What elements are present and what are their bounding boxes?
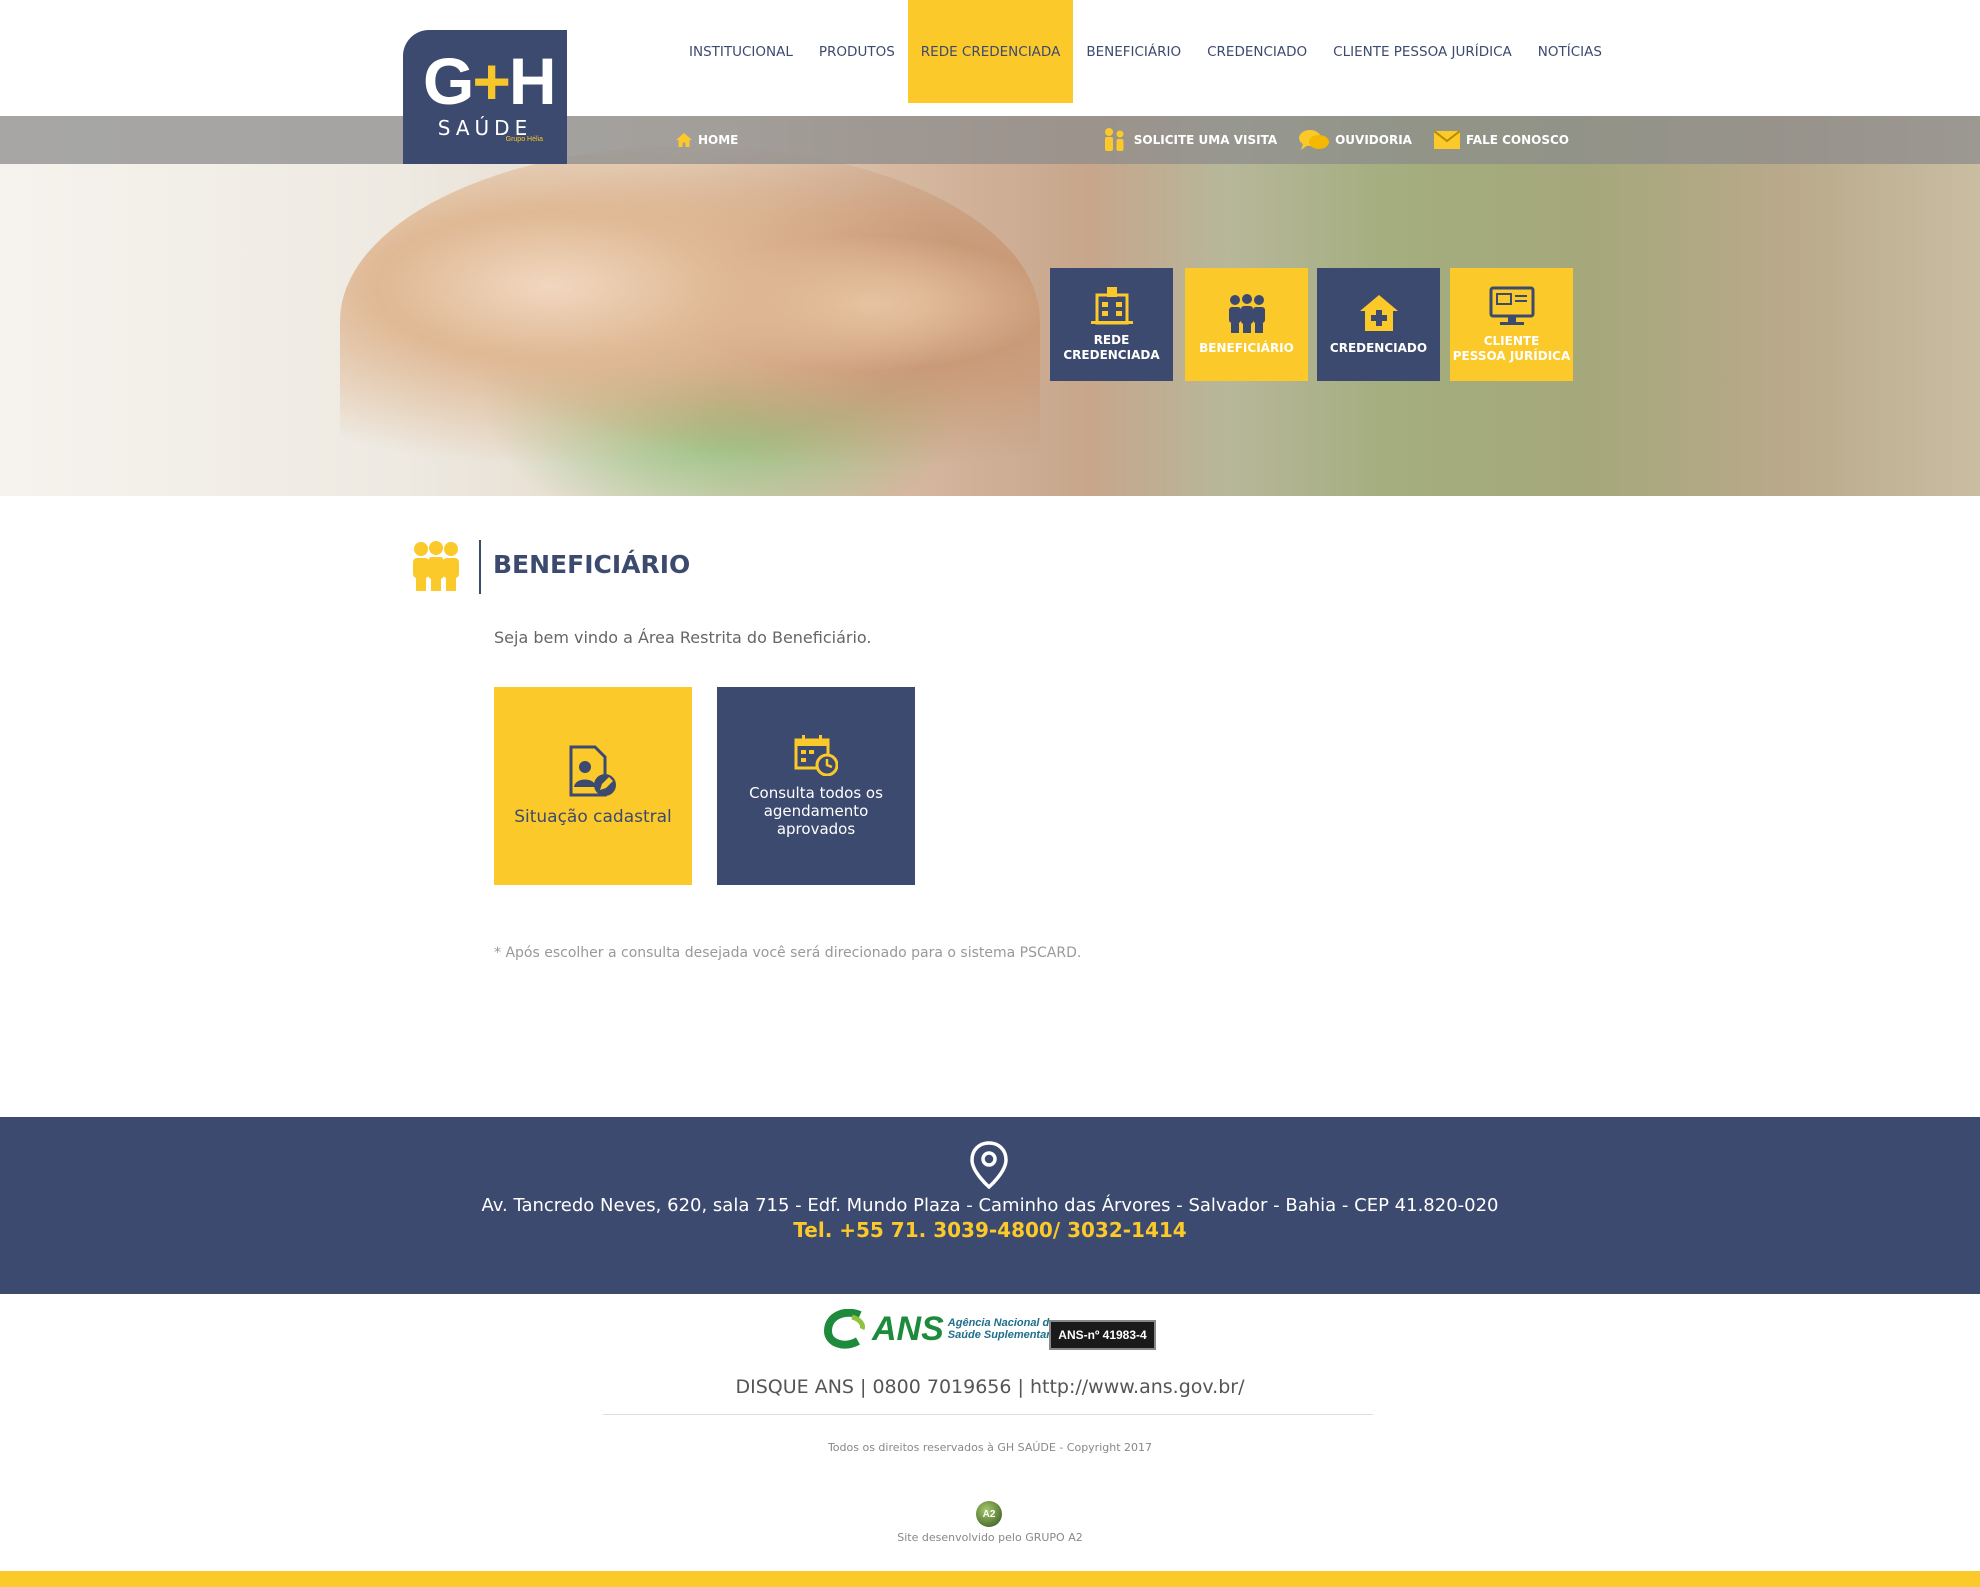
ans-logo[interactable]: ANS Agência Nacional de Saúde Suplementar — [824, 1309, 1055, 1349]
section-divider — [479, 540, 481, 594]
calendar-clock-icon — [794, 735, 838, 776]
disque-ans: DISQUE ANS | 0800 7019656 | http://www.a… — [735, 1376, 1245, 1398]
logo-letters: G+H — [423, 44, 557, 118]
page-title: BENEFICIÁRIO — [493, 550, 691, 579]
quick-credenciado-line1: CREDENCIADO — [1329, 341, 1428, 356]
house-plus-icon — [1359, 295, 1398, 332]
nav-item-noticias[interactable]: NOTÍCIAS — [1525, 0, 1615, 103]
quick-cliente-pj[interactable]: CLIENTE PESSOA JURÍDICA — [1450, 268, 1573, 381]
hospital-icon — [1090, 287, 1133, 325]
home-label: HOME — [698, 133, 739, 147]
nav-item-cliente-pj[interactable]: CLIENTE PESSOA JURÍDICA — [1320, 0, 1525, 103]
home-link[interactable]: HOME — [676, 116, 738, 164]
people-icon — [413, 541, 459, 591]
quick-rede-line1: REDE — [1093, 333, 1130, 348]
home-icon — [676, 133, 692, 147]
family-photo — [340, 146, 1040, 496]
logo-group: Grupo Hélia — [505, 136, 543, 143]
ouvidoria-link[interactable]: OUVIDORIA — [1299, 129, 1412, 151]
bottom-accent-bar — [0, 1571, 1980, 1587]
gh-saude-logo[interactable]: G+H SAÚDE Grupo Hélia — [403, 30, 567, 164]
utility-links: SOLICITE UMA VISITA OUVIDORIA FALE CONOS… — [1102, 116, 1569, 164]
welcome-text: Seja bem vindo a Área Restrita do Benefi… — [494, 628, 872, 647]
contact-footer: Av. Tancredo Neves, 620, sala 715 - Edf.… — [0, 1117, 1980, 1294]
hero-banner — [0, 116, 1980, 496]
situacao-cadastral-label: Situação cadastral — [514, 807, 672, 827]
agendamentos-button[interactable]: Consulta todos os agendamento aprovados — [717, 687, 915, 885]
ans-logo-subtitle: Agência Nacional de Saúde Suplementar — [947, 1316, 1056, 1341]
people-icon — [1228, 294, 1265, 334]
quick-cliente-line2: PESSOA JURÍDICA — [1452, 348, 1571, 363]
nav-item-produtos[interactable]: PRODUTOS — [806, 0, 908, 103]
redirect-note: * Após escolher a consulta desejada você… — [494, 945, 1082, 961]
quick-rede-line2: CREDENCIADA — [1063, 347, 1160, 362]
ouvidoria-label: OUVIDORIA — [1335, 133, 1412, 147]
chat-icon — [1299, 130, 1330, 150]
ans-swoosh-icon — [824, 1309, 865, 1349]
quick-beneficiario[interactable]: BENEFICIÁRIO — [1185, 268, 1308, 381]
nav-item-beneficiario[interactable]: BENEFICIÁRIO — [1073, 0, 1194, 103]
monitor-icon — [1489, 286, 1534, 326]
envelope-icon — [1433, 131, 1460, 149]
location-pin-icon — [970, 1141, 1008, 1189]
fale-conosco-link[interactable]: FALE CONOSCO — [1433, 131, 1569, 149]
grupo-a2-logo[interactable]: A2 — [976, 1501, 1002, 1527]
visitors-icon — [1104, 128, 1124, 151]
utility-bar: HOME SOLICITE UMA VISITA OUVIDORIA FALE … — [0, 116, 1980, 164]
profile-edit-icon — [569, 745, 616, 797]
main-nav: INSTITUCIONAL PRODUTOS REDE CREDENCIADA … — [676, 0, 1615, 103]
situacao-cadastral-button[interactable]: Situação cadastral — [494, 687, 692, 885]
solicite-visita-label: SOLICITE UMA VISITA — [1133, 133, 1278, 147]
quick-rede-credenciada[interactable]: REDE CREDENCIADA — [1050, 268, 1173, 381]
developer-credit: Site desenvolvido pelo GRUPO A2 — [897, 1531, 1083, 1544]
quick-credenciado[interactable]: CREDENCIADO — [1317, 268, 1440, 381]
ans-logo-text: ANS — [872, 1309, 944, 1348]
fale-conosco-label: FALE CONOSCO — [1465, 133, 1569, 147]
footer-address: Av. Tancredo Neves, 620, sala 715 - Edf.… — [481, 1195, 1499, 1216]
footer-divider — [603, 1414, 1373, 1415]
quick-beneficiario-line1: BENEFICIÁRIO — [1199, 341, 1294, 356]
nav-item-institucional[interactable]: INSTITUCIONAL — [676, 0, 806, 103]
site-header: INSTITUCIONAL PRODUTOS REDE CREDENCIADA … — [0, 0, 1980, 116]
footer-phone: Tel. +55 71. 3039-4800/ 3032-1414 — [793, 1218, 1187, 1242]
nav-item-credenciado[interactable]: CREDENCIADO — [1194, 0, 1320, 103]
copyright-text: Todos os direitos reservados à GH SAÚDE … — [827, 1441, 1153, 1454]
ans-registration-badge: ANS-nº 41983-4 — [1049, 1320, 1156, 1350]
quick-cliente-line1: CLIENTE — [1483, 334, 1540, 349]
solicite-visita-link[interactable]: SOLICITE UMA VISITA — [1102, 127, 1277, 153]
nav-item-rede-credenciada[interactable]: REDE CREDENCIADA — [907, 0, 1074, 103]
agendamentos-label: Consulta todos os agendamento aprovados — [749, 784, 883, 838]
